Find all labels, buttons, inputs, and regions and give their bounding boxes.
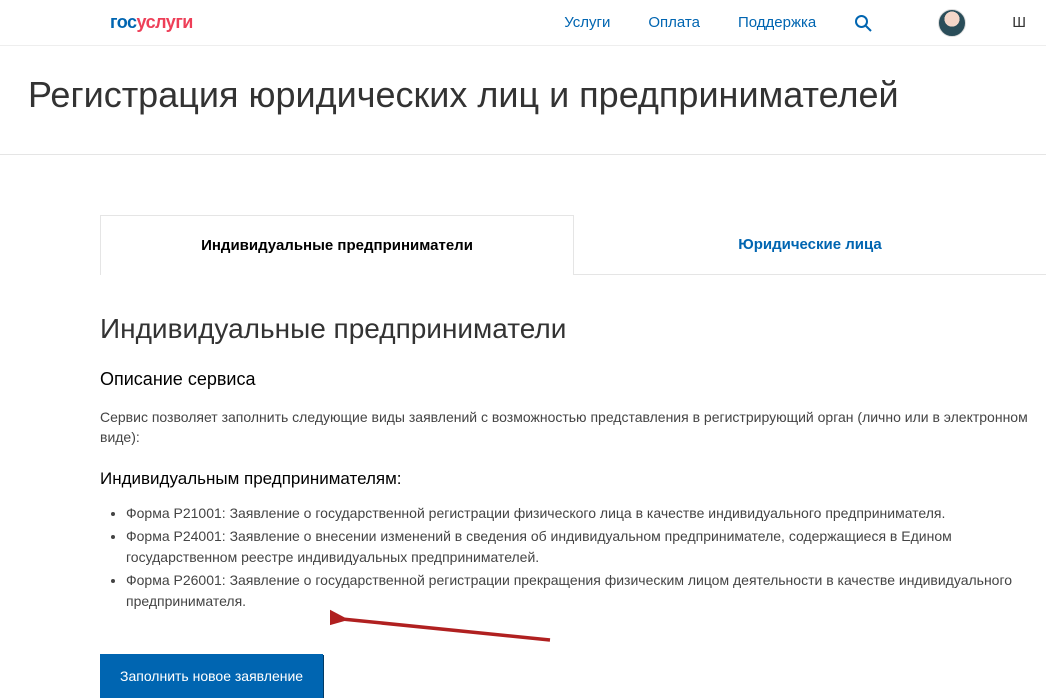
user-initial: Ш bbox=[1012, 14, 1026, 31]
logo-text-blue: гос bbox=[110, 12, 137, 32]
search-icon[interactable] bbox=[854, 14, 872, 32]
nav-support[interactable]: Поддержка bbox=[738, 14, 816, 31]
nav-services[interactable]: Услуги bbox=[564, 14, 610, 31]
list-item: Форма Р26001: Заявление о государственно… bbox=[126, 570, 1046, 612]
tab-legal[interactable]: Юридические лица bbox=[574, 215, 1046, 275]
tabs: Индивидуальные предприниматели Юридическ… bbox=[100, 215, 1046, 275]
forms-list: Форма Р21001: Заявление о государственно… bbox=[100, 503, 1046, 612]
subsection-title: Описание сервиса bbox=[100, 369, 1046, 390]
main-content: Индивидуальные предприниматели Юридическ… bbox=[0, 155, 1046, 698]
logo[interactable]: госуслуги bbox=[110, 12, 193, 33]
fill-new-application-button[interactable]: Заполнить новое заявление bbox=[100, 654, 323, 698]
avatar[interactable] bbox=[938, 9, 966, 37]
section-title: Индивидуальные предприниматели bbox=[100, 313, 1046, 345]
header: госуслуги Услуги Оплата Поддержка Ш bbox=[0, 0, 1046, 46]
list-item: Форма Р24001: Заявление о внесении измен… bbox=[126, 526, 1046, 568]
page-title: Регистрация юридических лиц и предприним… bbox=[28, 74, 1046, 116]
logo-text-red: услуги bbox=[137, 12, 193, 32]
forms-heading: Индивидуальным предпринимателям: bbox=[100, 469, 1046, 489]
nav-payment[interactable]: Оплата bbox=[648, 14, 700, 31]
service-description: Сервис позволяет заполнить следующие вид… bbox=[100, 408, 1046, 447]
list-item: Форма Р21001: Заявление о государственно… bbox=[126, 503, 1046, 524]
top-nav: Услуги Оплата Поддержка Ш bbox=[564, 9, 1026, 37]
tab-individual[interactable]: Индивидуальные предприниматели bbox=[100, 215, 574, 275]
page-title-section: Регистрация юридических лиц и предприним… bbox=[0, 46, 1046, 155]
